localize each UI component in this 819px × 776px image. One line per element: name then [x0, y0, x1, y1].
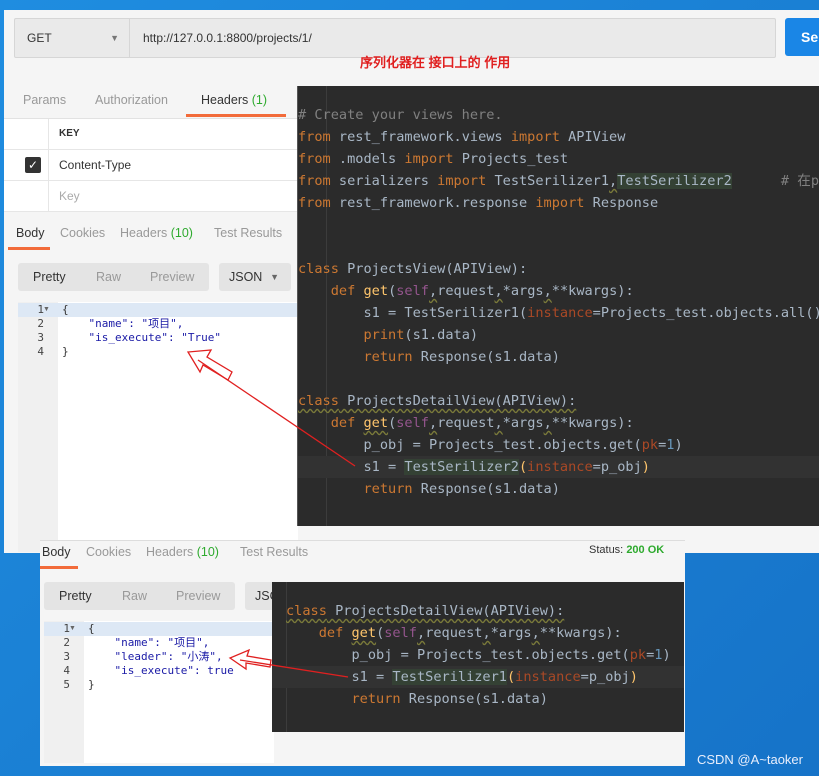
arrow-line-bottom [239, 659, 349, 678]
watermark: CSDN @A~taoker [696, 752, 803, 767]
annotation-arrows [186, 349, 356, 678]
arrow-head-bottom [228, 648, 272, 671]
arrow-head-top [186, 349, 233, 381]
